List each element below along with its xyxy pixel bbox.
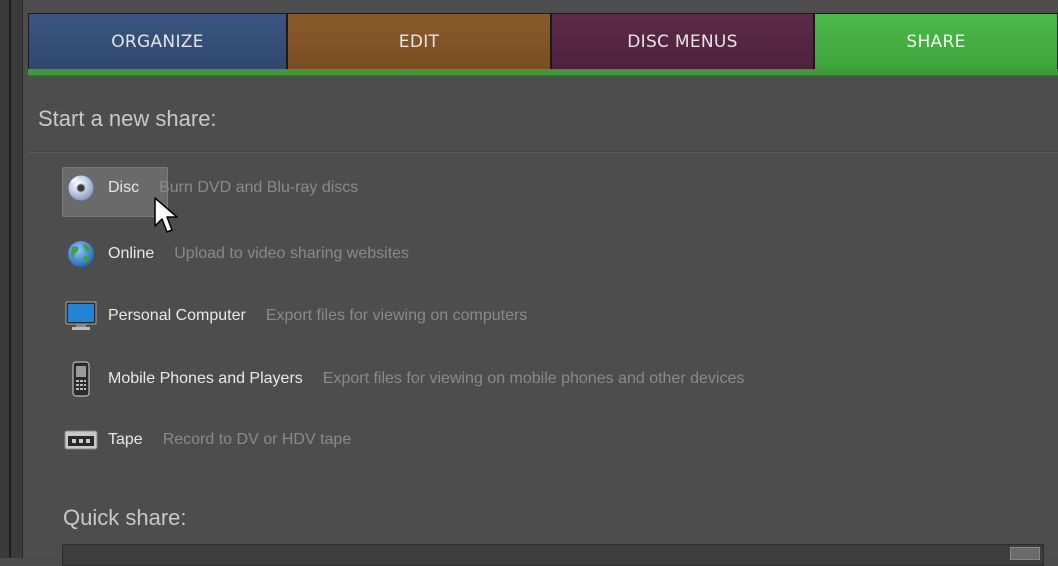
scrollbar[interactable] bbox=[1010, 547, 1040, 560]
disc-icon bbox=[62, 169, 100, 207]
quick-share-heading: Quick share: bbox=[63, 505, 187, 530]
share-option-description: Export files for viewing on mobile phone… bbox=[322, 370, 745, 387]
share-option-tape[interactable]: Tape Record to DV or HDV tape bbox=[62, 419, 351, 461]
tab-disc-menus[interactable]: DISC MENUS bbox=[551, 13, 814, 69]
share-option-disc[interactable]: Disc Burn DVD and Blu-ray discs bbox=[62, 167, 962, 217]
share-option-description: Export files for viewing on computers bbox=[265, 307, 528, 324]
tab-edit[interactable]: EDIT bbox=[287, 13, 551, 69]
tab-organize[interactable]: ORGANIZE bbox=[28, 13, 287, 69]
divider bbox=[28, 151, 1058, 152]
divider bbox=[28, 75, 1058, 76]
share-option-personal-computer[interactable]: Personal Computer Export files for viewi… bbox=[62, 295, 527, 337]
mouse-pointer-icon bbox=[153, 196, 179, 240]
share-option-mobile-phones-and-players[interactable]: Mobile Phones and Players Export files f… bbox=[62, 358, 744, 400]
share-option-label: Online bbox=[108, 245, 155, 262]
quick-share-list[interactable] bbox=[62, 544, 1044, 566]
monitor-icon bbox=[62, 297, 100, 335]
share-option-label: Personal Computer bbox=[108, 307, 246, 324]
window-left-frame bbox=[0, 0, 23, 558]
share-option-online[interactable]: Online Upload to video sharing websites bbox=[62, 233, 409, 275]
workspace-tab-bar: ORGANIZE EDIT DISC MENUS SHARE bbox=[28, 13, 1058, 69]
tape-icon bbox=[62, 421, 100, 459]
share-panel bbox=[23, 0, 1058, 558]
phone-icon bbox=[62, 360, 100, 398]
share-option-description: Burn DVD and Blu-ray discs bbox=[159, 179, 359, 196]
share-option-description: Record to DV or HDV tape bbox=[162, 431, 352, 448]
share-option-description: Upload to video sharing websites bbox=[174, 245, 410, 262]
start-share-heading: Start a new share: bbox=[38, 106, 217, 131]
share-option-label: Tape bbox=[108, 431, 143, 448]
globe-icon bbox=[62, 235, 100, 273]
tab-share[interactable]: SHARE bbox=[814, 13, 1058, 69]
share-option-label: Mobile Phones and Players bbox=[108, 370, 303, 387]
share-option-label: Disc bbox=[108, 179, 140, 196]
